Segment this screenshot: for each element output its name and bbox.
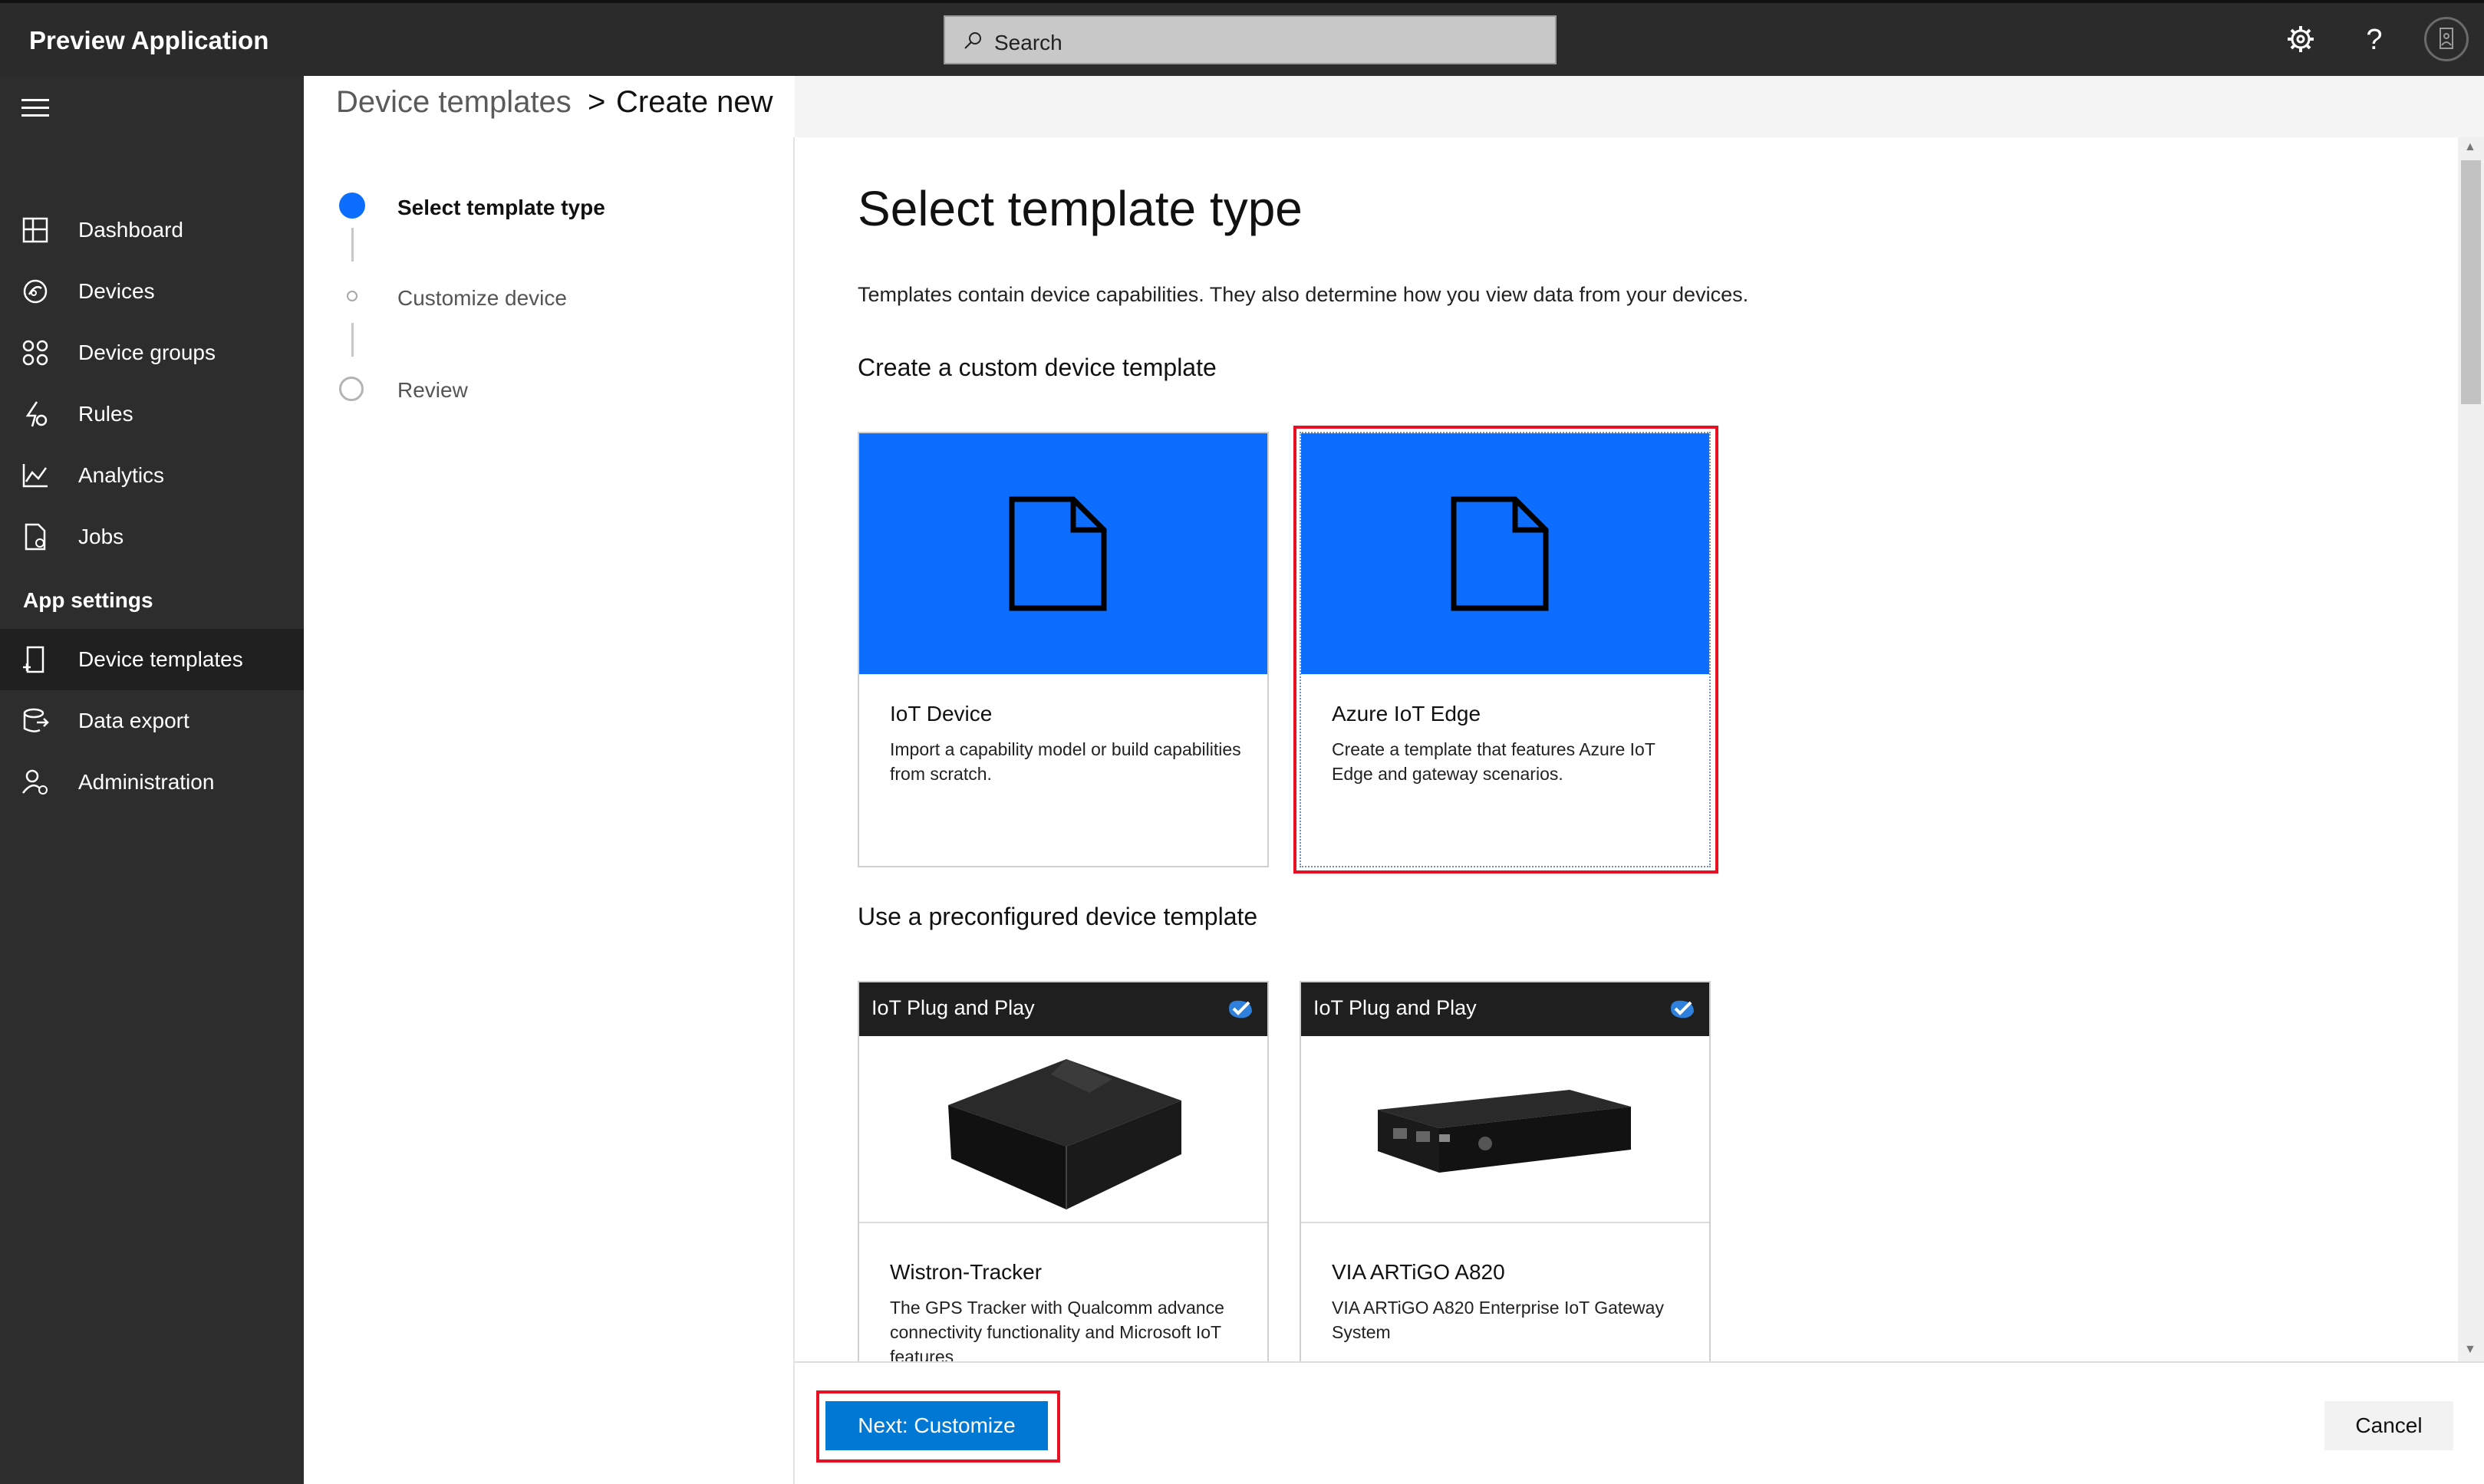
iot-device-card[interactable]: IoT Device Import a capability model or … — [858, 432, 1269, 867]
page-description: Templates contain device capabilities. T… — [858, 283, 1749, 306]
gateway-device-image — [1378, 1090, 1631, 1173]
sidebar-item-label: Data export — [78, 709, 189, 732]
menu-icon[interactable] — [21, 99, 49, 122]
sidebar-item-rules[interactable]: Rules — [0, 383, 304, 445]
cancel-button[interactable]: Cancel — [2324, 1401, 2453, 1450]
sidebar-item-label: Rules — [78, 402, 133, 426]
document-icon — [1451, 496, 1549, 611]
wizard-footer: Next: Customize Cancel — [795, 1361, 2484, 1484]
card-title: Azure IoT Edge — [1332, 702, 1481, 726]
card-header: IoT Plug and Play — [1301, 982, 1709, 1036]
card-description: The GPS Tracker with Qualcomm advance co… — [890, 1298, 1224, 1361]
device-templates-icon — [23, 646, 44, 673]
wizard-stepper: Select template type Customize device Re… — [304, 137, 795, 1484]
svg-text:?: ? — [2366, 24, 2382, 56]
iot-plug-and-play-badge: IoT Plug and Play — [871, 996, 1035, 1019]
breadcrumb-current: Create new — [616, 85, 773, 119]
tracker-device-image — [948, 1059, 1181, 1209]
sidebar-item-label: Administration — [78, 770, 215, 794]
certified-check-icon — [1229, 1000, 1252, 1018]
sidebar-item-device-groups[interactable]: Device groups — [0, 322, 304, 383]
data-export-icon — [23, 708, 49, 732]
main-scrollbar[interactable]: ▲ ▼ — [2458, 137, 2484, 1361]
sidebar-item-label: Device templates — [78, 647, 243, 671]
step-select-template-type: Select template type — [397, 196, 605, 219]
administration-icon — [22, 769, 48, 795]
search-input[interactable]: Search — [994, 31, 1062, 55]
step-connector — [351, 228, 354, 262]
breadcrumb-parent[interactable]: Device templates — [336, 85, 572, 120]
search-box[interactable]: Search — [944, 15, 1557, 64]
gear-icon[interactable] — [2281, 20, 2320, 58]
preconfigured-template-heading: Use a preconfigured device template — [858, 903, 1258, 930]
step-upcoming-indicator — [339, 377, 364, 401]
iot-plug-and-play-badge: IoT Plug and Play — [1313, 996, 1477, 1019]
breadcrumb-bar — [795, 76, 2484, 137]
step-customize-device: Customize device — [397, 286, 567, 310]
app-title: Preview Application — [29, 26, 269, 54]
card-title: IoT Device — [890, 702, 993, 726]
step-connector — [351, 323, 354, 357]
avatar[interactable] — [2424, 17, 2469, 61]
sidebar-item-devices[interactable]: Devices — [0, 261, 304, 322]
card-title: Wistron-Tracker — [890, 1260, 1043, 1284]
sidebar-item-label: Device groups — [78, 341, 216, 364]
scroll-thumb[interactable] — [2461, 160, 2481, 404]
breadcrumb-separator: > — [588, 85, 606, 119]
step-current-indicator — [339, 192, 365, 219]
search-icon — [964, 32, 981, 49]
sidebar-item-label: Dashboard — [78, 218, 183, 242]
card-description: VIA ARTiGO A820 Enterprise IoT Gateway S… — [1332, 1298, 1664, 1342]
sidebar-item-dashboard[interactable]: Dashboard — [0, 199, 304, 261]
user-icon — [2440, 28, 2453, 49]
custom-template-heading: Create a custom device template — [858, 354, 1217, 381]
main-content: Select template type Templates contain d… — [795, 137, 2458, 1361]
card-header: IoT Plug and Play — [859, 982, 1267, 1036]
devices-icon — [23, 279, 48, 304]
card-description: Create a template that features Azure Io… — [1332, 739, 1655, 784]
rules-icon — [25, 401, 48, 427]
jobs-icon — [25, 523, 46, 551]
sidebar: Dashboard Devices Device groups Rules An… — [0, 76, 304, 1484]
sidebar-item-analytics[interactable]: Analytics — [0, 445, 304, 506]
next-customize-button[interactable]: Next: Customize — [825, 1401, 1048, 1450]
card-title: VIA ARTiGO A820 — [1332, 1260, 1505, 1284]
step-review: Review — [397, 378, 468, 402]
certified-check-icon — [1671, 1000, 1694, 1018]
sidebar-item-label: Analytics — [78, 463, 165, 487]
device-groups-icon — [22, 340, 48, 366]
sidebar-section-app-settings: App settings — [23, 588, 153, 612]
sidebar-item-administration[interactable]: Administration — [0, 752, 304, 813]
sidebar-item-label: Devices — [78, 279, 155, 303]
page-title: Select template type — [858, 181, 1303, 236]
breadcrumb: Device templates > Create new — [304, 76, 795, 137]
sidebar-item-device-templates[interactable]: Device templates — [0, 629, 304, 690]
sidebar-item-data-export[interactable]: Data export — [0, 690, 304, 752]
azure-iot-edge-card[interactable]: Azure IoT Edge Create a template that fe… — [1300, 432, 1711, 867]
scroll-up-icon[interactable]: ▲ — [2464, 140, 2476, 154]
card-description: Import a capability model or build capab… — [890, 739, 1241, 784]
card-hero — [1301, 433, 1709, 674]
top-bar: Preview Application Search ? — [0, 0, 2484, 76]
document-icon — [1009, 496, 1107, 611]
card-hero — [859, 433, 1267, 674]
via-artigo-image — [1301, 1036, 1709, 1223]
analytics-icon — [22, 464, 48, 488]
via-artigo-a820-card[interactable]: IoT Plug and Play VIA ARTiGO A820 VIA AR… — [1300, 981, 1711, 1361]
help-icon[interactable]: ? — [2355, 20, 2393, 58]
wistron-tracker-image — [859, 1036, 1267, 1223]
wistron-tracker-card[interactable]: IoT Plug and Play Wistron-Tracker The GP… — [858, 981, 1269, 1361]
step-upcoming-indicator — [347, 291, 357, 301]
scroll-down-icon[interactable]: ▼ — [2464, 1343, 2476, 1357]
dashboard-icon — [22, 217, 48, 243]
sidebar-item-jobs[interactable]: Jobs — [0, 506, 304, 568]
sidebar-item-label: Jobs — [78, 525, 124, 548]
